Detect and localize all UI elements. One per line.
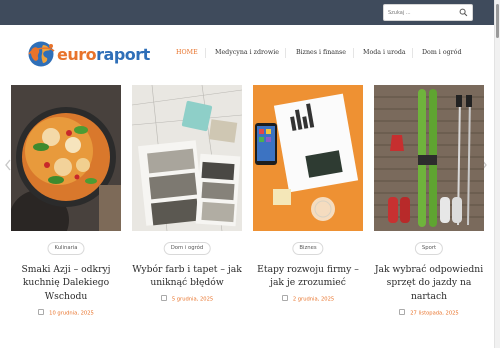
globe-logo-icon [28, 41, 55, 67]
nav-divider [353, 48, 354, 58]
scrollbar[interactable] [494, 0, 500, 348]
post-image-asian-dish[interactable] [11, 85, 121, 231]
nav-divider [205, 48, 206, 58]
nav-divider [285, 48, 286, 58]
post-image-paint-samples[interactable] [132, 85, 242, 231]
post-category[interactable]: Biznes [292, 242, 324, 255]
calendar-icon [160, 295, 167, 301]
search-input[interactable] [388, 7, 458, 19]
calendar-icon [399, 309, 406, 315]
calendar-icon [281, 295, 288, 301]
nav-item-home[interactable]: HOME [176, 49, 198, 56]
nav-item-medycyna[interactable]: Medycyna i zdrowie [215, 49, 279, 56]
search-box[interactable] [383, 4, 473, 21]
post-image-business-charts[interactable] [253, 85, 363, 231]
post-date-text: 10 grudnia, 2025 [49, 310, 94, 317]
site-logo[interactable]: euroraport [27, 40, 150, 68]
post-title[interactable]: Smaki Azji – odkryj kuchnię Dalekiego Ws… [7, 263, 125, 303]
nav-item-biznes[interactable]: Biznes i finanse [296, 49, 346, 56]
top-bar [0, 0, 500, 25]
scrollbar-thumb[interactable] [496, 4, 499, 38]
nav-divider [412, 48, 413, 58]
post-category[interactable]: Kulinaria [47, 242, 85, 255]
post-image-ski-equipment[interactable] [374, 85, 484, 231]
logo-text-euro: euro [57, 45, 97, 64]
post-category[interactable]: Sport [414, 242, 444, 255]
nav-item-dom[interactable]: Dom i ogród [422, 49, 461, 56]
search-icon[interactable] [459, 8, 468, 17]
nav-item-moda[interactable]: Moda i uroda [363, 49, 406, 56]
post-title[interactable]: Wybór farb i tapet – jak uniknąć błędów [128, 263, 246, 290]
post-title[interactable]: Jak wybrać odpowiedni sprzęt do jazdy na… [370, 263, 488, 303]
post-date: 27 listopada, 2025 [374, 309, 484, 317]
post-date: 5 grudnia, 2025 [132, 295, 242, 303]
post-date-text: 2 grudnia, 2025 [292, 296, 335, 303]
calendar-icon [38, 309, 45, 315]
post-date: 10 grudnia, 2025 [11, 309, 121, 317]
post-date: 2 grudnia, 2025 [253, 295, 363, 303]
logo-text-raport: raport [96, 45, 150, 64]
post-date-text: 27 listopada, 2025 [410, 310, 459, 317]
post-date-text: 5 grudnia, 2025 [171, 296, 214, 303]
post-category[interactable]: Dom i ogród [163, 242, 211, 255]
post-title[interactable]: Etapy rozwoju firmy – jak je zrozumieć [249, 263, 367, 290]
